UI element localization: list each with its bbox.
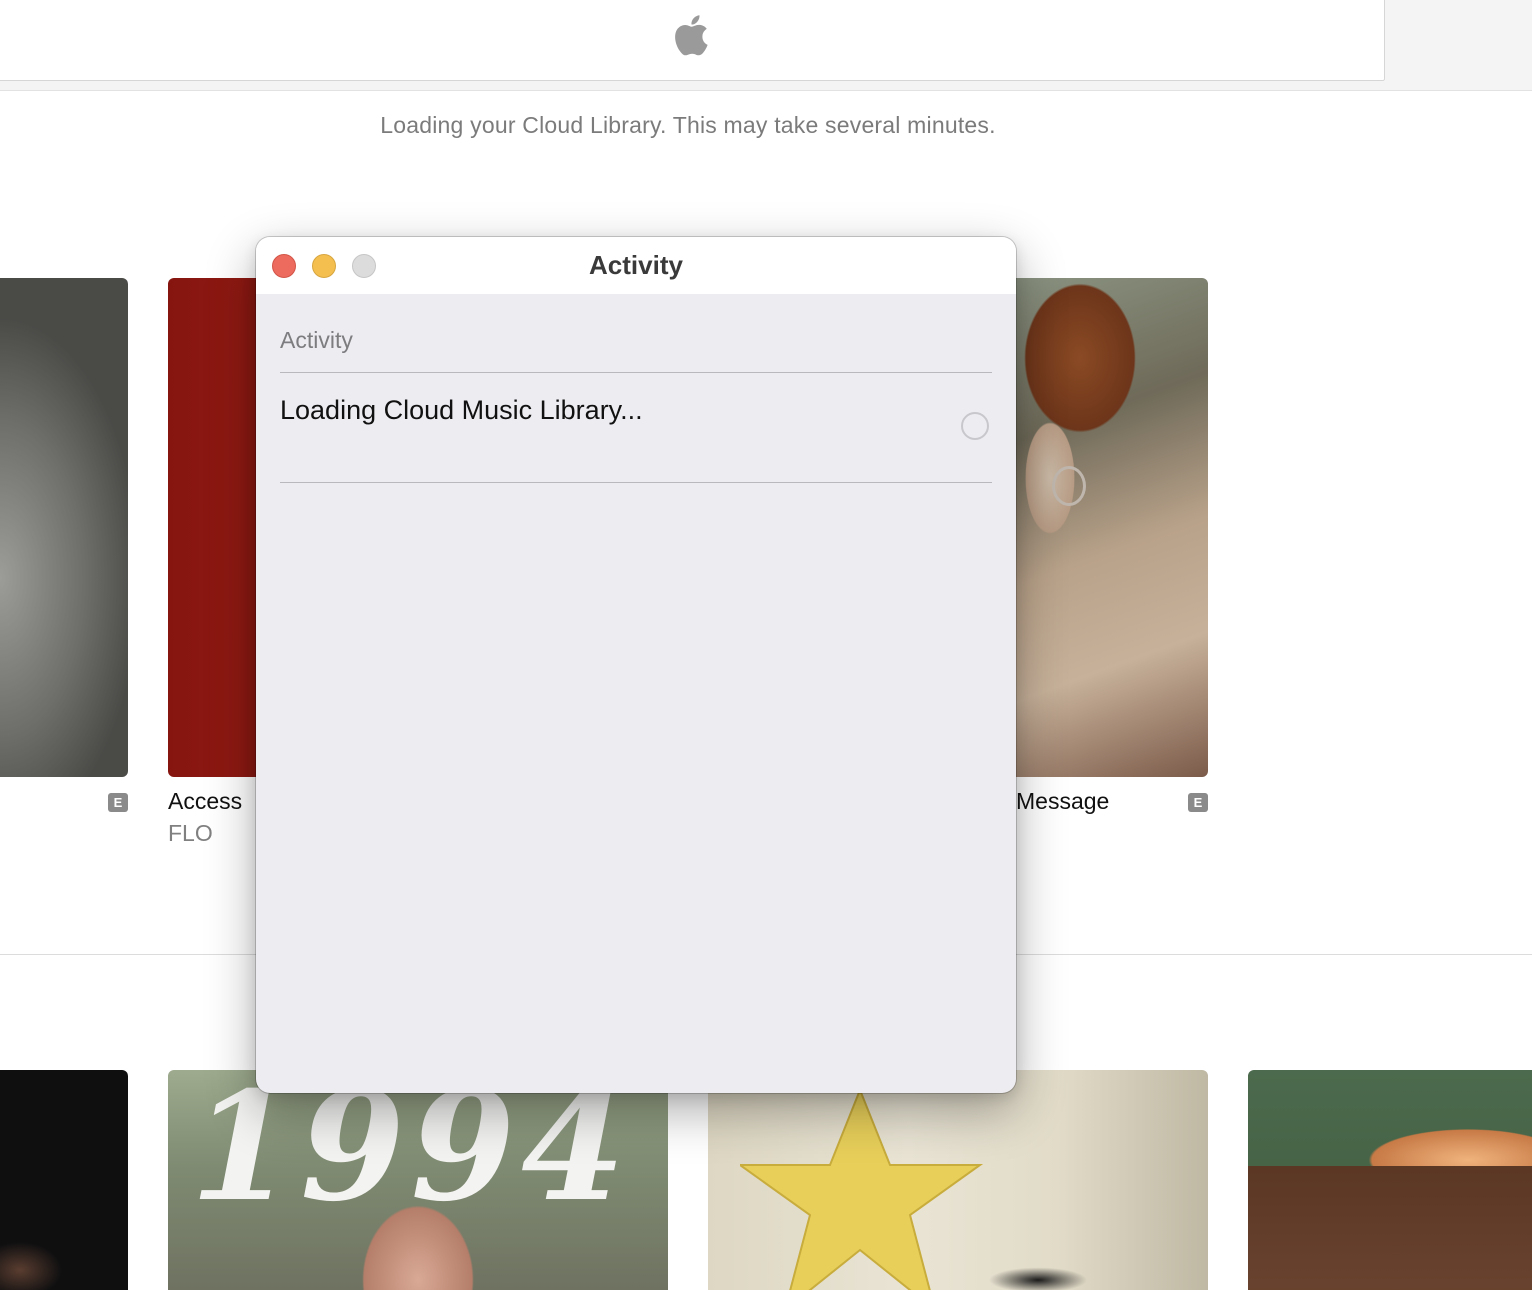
activity-section-header: Activity bbox=[280, 327, 353, 353]
divider bbox=[280, 372, 992, 373]
progress-spinner-icon bbox=[961, 412, 989, 440]
music-app-window: Loading your Cloud Library. This may tak… bbox=[0, 0, 1532, 1290]
apple-logo-icon bbox=[675, 15, 708, 56]
album-artwork[interactable] bbox=[0, 1070, 128, 1290]
explicit-badge: E bbox=[1188, 793, 1208, 812]
artwork-detail bbox=[1052, 466, 1086, 506]
album-artwork[interactable] bbox=[1248, 1070, 1532, 1290]
divider bbox=[280, 482, 992, 483]
album-title-access[interactable]: Access bbox=[168, 788, 242, 815]
toolbar-divider bbox=[0, 90, 1532, 91]
explicit-badge: E bbox=[108, 793, 128, 812]
toolbar-strip bbox=[0, 81, 1385, 90]
album-artwork-message[interactable] bbox=[990, 278, 1208, 777]
album-artist-flo[interactable]: FLO bbox=[168, 820, 213, 847]
activity-task-label: Loading Cloud Music Library... bbox=[280, 395, 643, 425]
window-titlebar[interactable]: Activity bbox=[256, 237, 1016, 294]
artwork-text: 1994 bbox=[190, 1059, 632, 1235]
star-badge-artwork bbox=[740, 1087, 984, 1290]
cloud-library-loading-message: Loading your Cloud Library. This may tak… bbox=[380, 112, 996, 138]
window-title: Activity bbox=[589, 250, 683, 280]
activity-window: Activity Activity Loading Cloud Music Li… bbox=[256, 237, 1016, 1093]
album-title-message[interactable]: Message bbox=[1016, 788, 1109, 815]
album-artwork[interactable] bbox=[0, 278, 128, 777]
toolbar-right-area bbox=[1385, 0, 1532, 90]
